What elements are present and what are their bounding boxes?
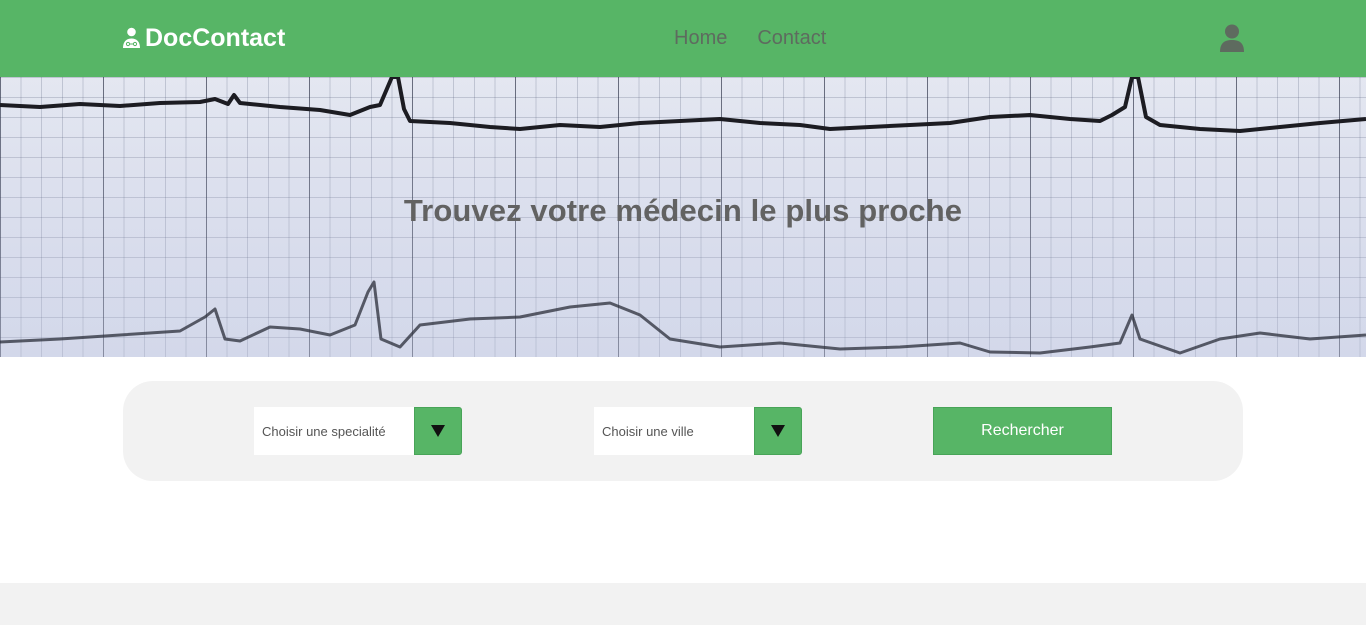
search-panel: Choisir une specialité Choisir une ville… xyxy=(123,381,1243,481)
doctor-icon xyxy=(122,27,141,49)
top-navbar: DocContact Home Contact xyxy=(0,0,1366,77)
speciality-select[interactable]: Choisir une specialité xyxy=(254,407,462,455)
speciality-dropdown-button[interactable] xyxy=(414,407,462,455)
footer xyxy=(0,583,1366,625)
speciality-select-value[interactable]: Choisir une specialité xyxy=(254,407,414,455)
user-account-button[interactable] xyxy=(1219,24,1245,52)
nav-link-home[interactable]: Home xyxy=(674,26,727,50)
hero-banner: Trouvez votre médecin le plus proche xyxy=(0,77,1366,357)
triangle-down-icon xyxy=(431,425,445,437)
user-icon xyxy=(1219,24,1245,52)
search-button[interactable]: Rechercher xyxy=(933,407,1112,455)
city-select[interactable]: Choisir une ville xyxy=(594,407,802,455)
brand-name: DocContact xyxy=(145,24,286,52)
city-dropdown-button[interactable] xyxy=(754,407,802,455)
triangle-down-icon xyxy=(771,425,785,437)
main-nav: Home Contact xyxy=(674,26,826,50)
city-select-value[interactable]: Choisir une ville xyxy=(594,407,754,455)
nav-link-contact[interactable]: Contact xyxy=(757,26,826,50)
hero-title: Trouvez votre médecin le plus proche xyxy=(403,193,963,228)
brand-logo-link[interactable]: DocContact xyxy=(122,24,285,52)
